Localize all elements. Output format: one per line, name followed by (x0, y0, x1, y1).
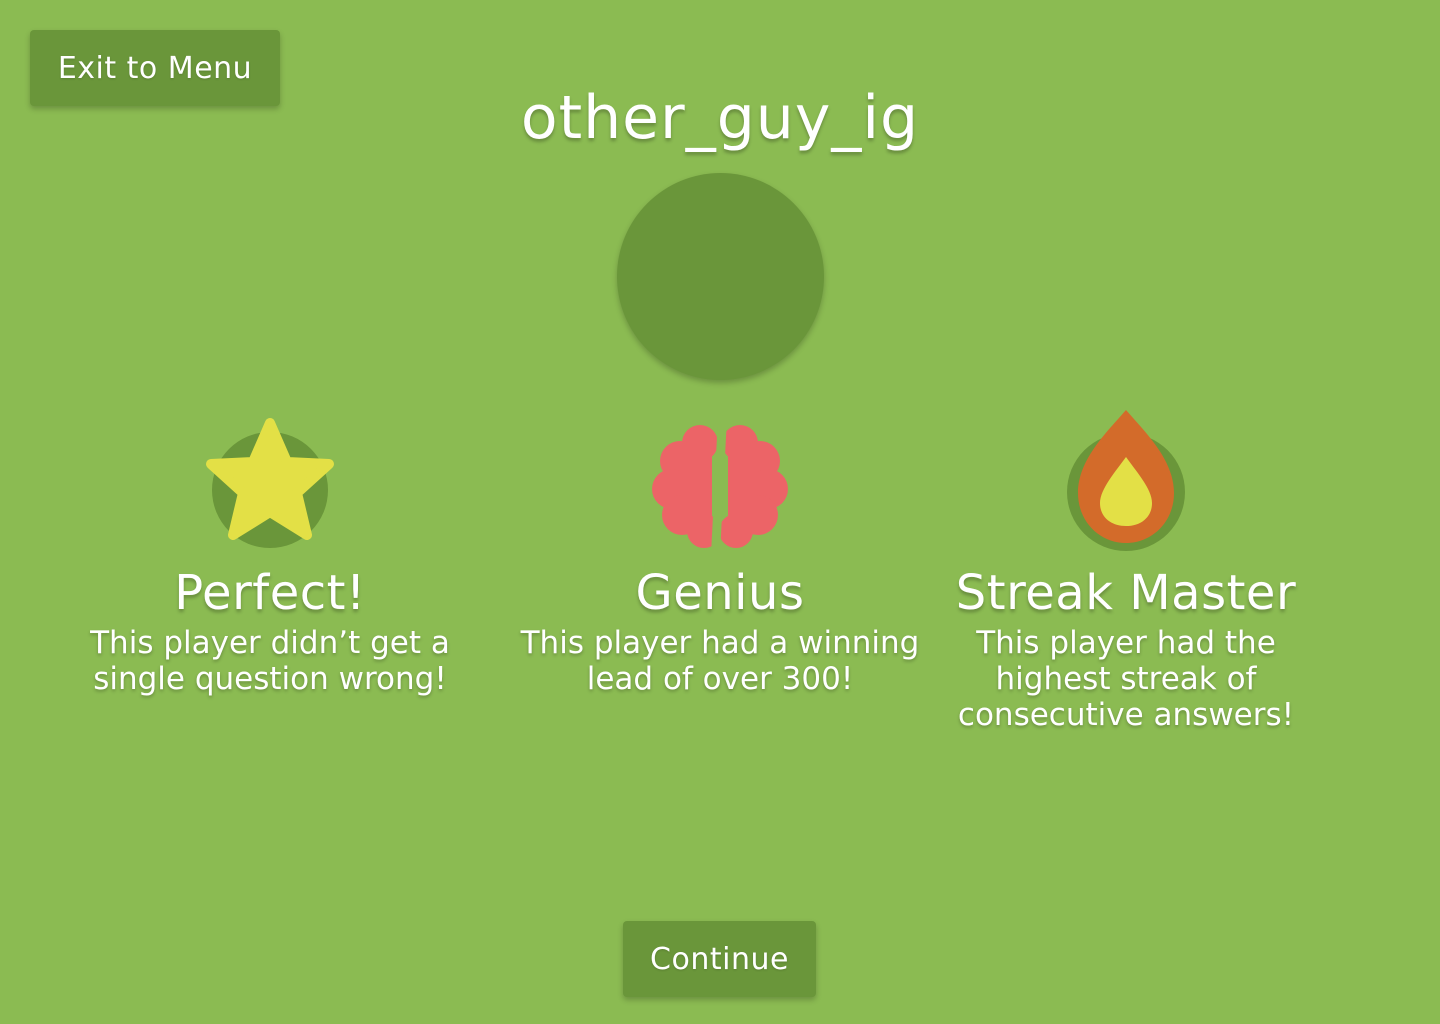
award-title: Genius (635, 565, 805, 621)
star-icon (190, 405, 350, 555)
award-description: This player didn’t get a single question… (90, 625, 450, 697)
award-title: Streak Master (955, 565, 1297, 621)
avatar (617, 173, 824, 380)
award-title: Perfect! (174, 565, 366, 621)
award-description: This player had the highest streak of co… (957, 625, 1295, 733)
award-streak-master: Streak Master This player had the highes… (906, 405, 1346, 733)
award-description: This player had a winning lead of over 3… (520, 625, 920, 697)
flame-icon (1046, 405, 1206, 555)
award-perfect: Perfect! This player didn’t get a single… (50, 405, 490, 697)
player-name: other_guy_ig (520, 83, 920, 153)
brain-icon (640, 405, 800, 555)
award-genius: Genius This player had a winning lead of… (500, 405, 940, 697)
continue-button[interactable]: Continue (623, 921, 816, 997)
